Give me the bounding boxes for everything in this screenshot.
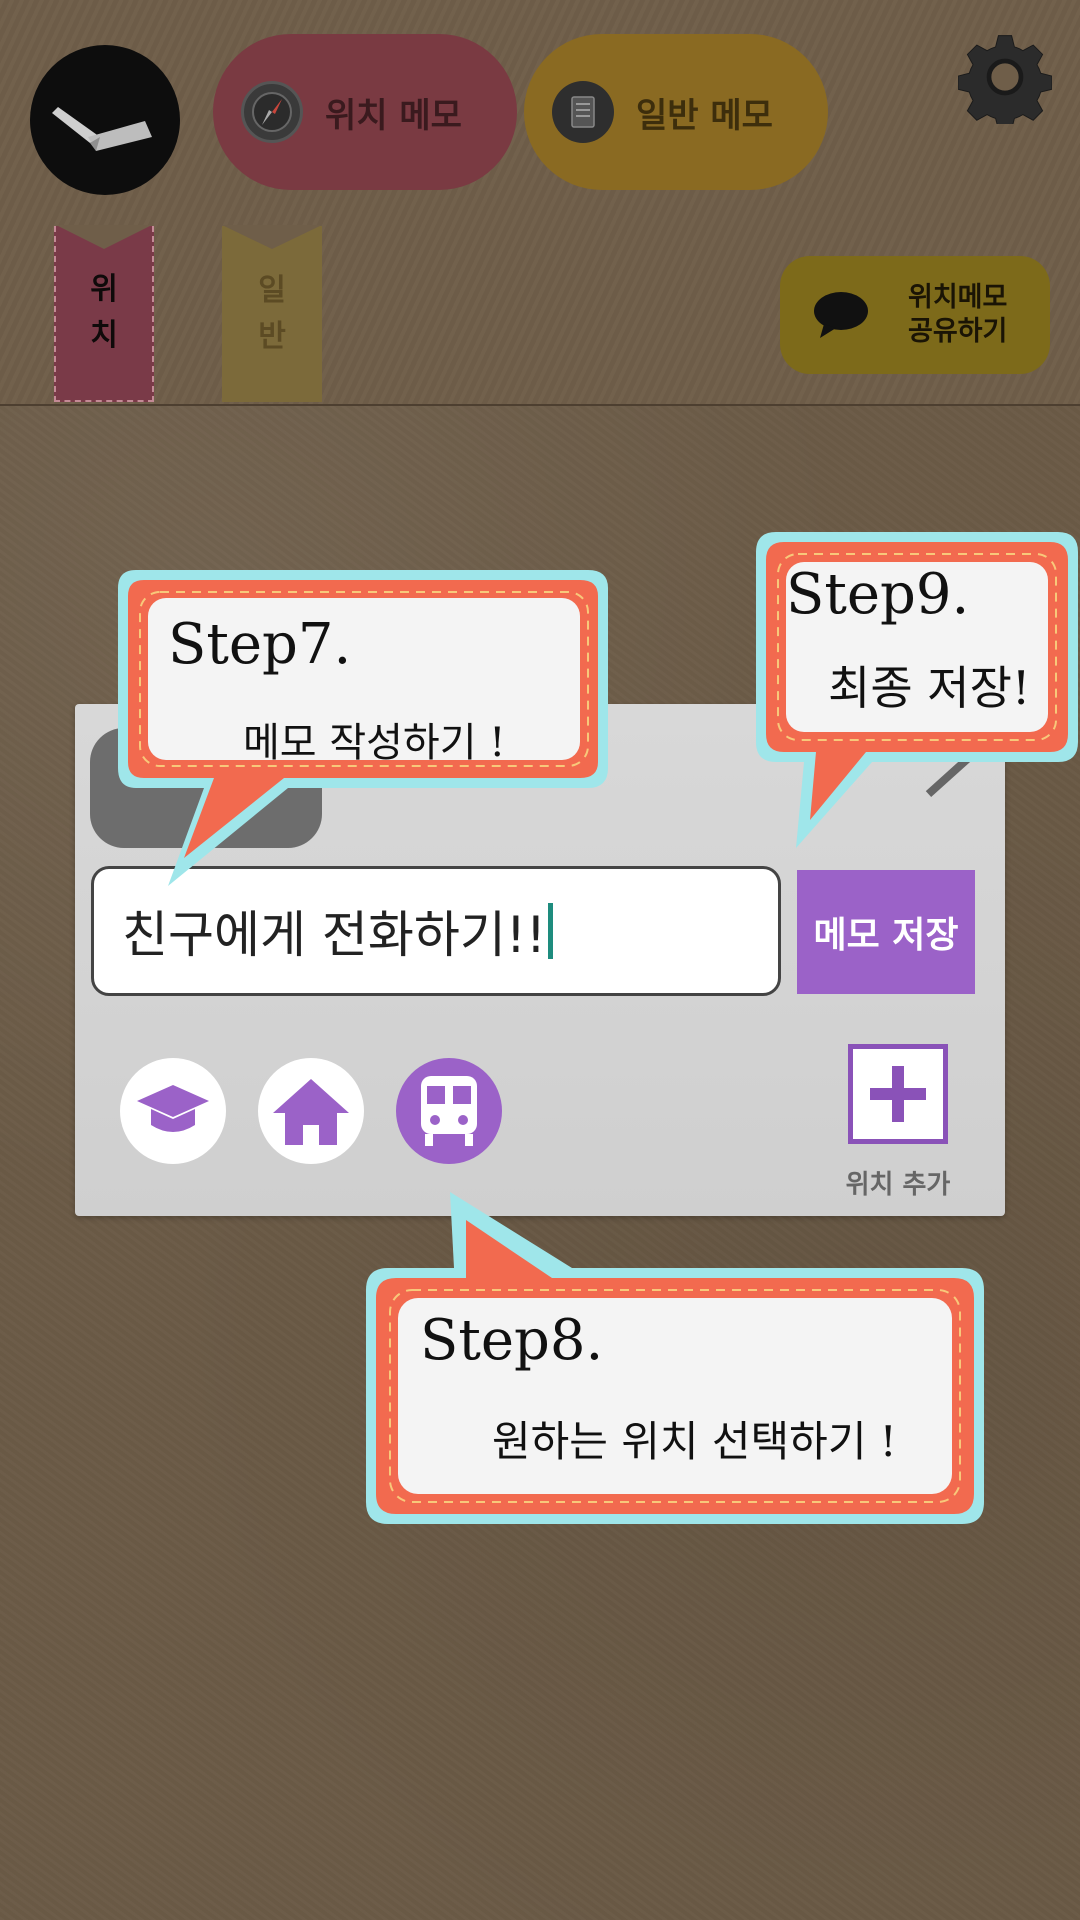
general-memo-label: 일반 메모 (636, 95, 773, 136)
plus-icon (870, 1066, 926, 1122)
compass-icon (241, 81, 303, 143)
share-location-memo-button[interactable]: 위치메모 공유하기 (780, 256, 1050, 374)
tab-location[interactable]: 위 치 (54, 226, 154, 402)
pencil-icon (52, 107, 152, 151)
step8-text: 원하는 위치 선택하기 ! (492, 1417, 897, 1466)
settings-gear-icon[interactable] (958, 30, 1052, 124)
location-memo-button[interactable]: 위치 메모 (213, 34, 517, 190)
save-memo-label: 메모 저장 (813, 915, 959, 956)
tab-general-char-2: 반 (258, 319, 286, 354)
step7-callout: Step7. 메모 작성하기 ! (108, 568, 613, 888)
step7-title: Step7. (168, 612, 352, 677)
step9-callout: Step9. 최종 저장! (752, 530, 1080, 850)
share-label-line1: 위치메모 (908, 282, 1008, 313)
step8-title: Step8. (420, 1308, 604, 1373)
school-place-button[interactable] (120, 1058, 226, 1164)
home-icon (273, 1079, 349, 1145)
memo-input-value: 친구에게 전화하기!! (122, 906, 546, 964)
tab-location-char-1: 위 (90, 272, 118, 307)
chat-bubble-icon (814, 292, 868, 338)
app-logo-button[interactable] (30, 45, 180, 195)
train-icon (421, 1076, 477, 1146)
document-icon (552, 81, 614, 143)
step9-title: Step9. (786, 562, 970, 627)
step9-text: 최종 저장! (828, 661, 1031, 715)
tab-general-char-1: 일 (258, 273, 286, 308)
add-place-button[interactable] (848, 1044, 948, 1144)
graduation-cap-icon (137, 1085, 209, 1132)
step8-callout: Step8. 원하는 위치 선택하기 ! (362, 1190, 986, 1526)
step7-text: 메모 작성하기 ! (243, 720, 506, 766)
transit-place-button[interactable] (396, 1058, 502, 1164)
text-caret (547, 903, 553, 959)
home-place-button[interactable] (258, 1058, 364, 1164)
location-memo-label: 위치 메모 (325, 95, 462, 136)
general-memo-button[interactable]: 일반 메모 (524, 34, 828, 190)
header-bar: 위치 메모 일반 메모 위 치 일 반 위치메모 공유하기 (0, 0, 1080, 406)
tab-general[interactable]: 일 반 (222, 226, 322, 402)
save-memo-button[interactable]: 메모 저장 (797, 870, 975, 994)
tab-location-char-2: 치 (90, 318, 118, 353)
share-label-line2: 공유하기 (908, 316, 1008, 347)
